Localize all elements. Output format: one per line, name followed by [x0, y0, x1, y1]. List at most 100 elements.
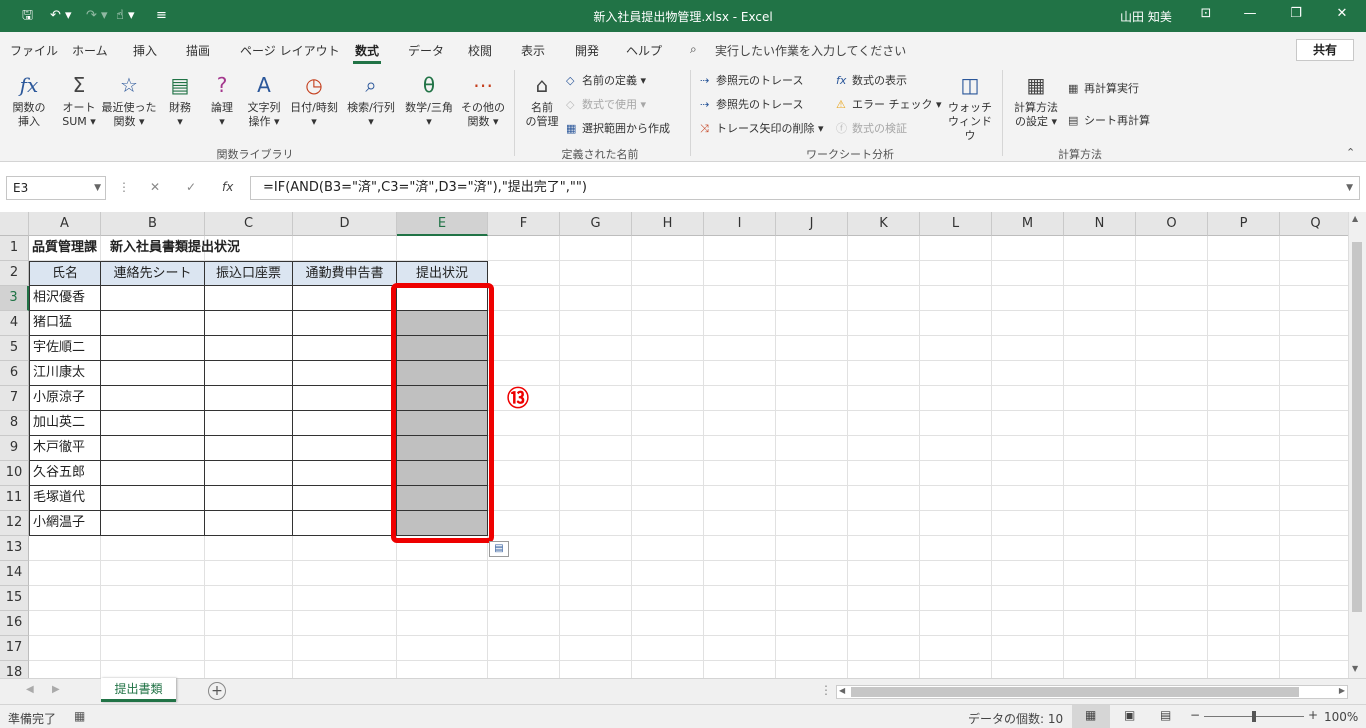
cell[interactable] [920, 386, 992, 411]
cell[interactable] [920, 461, 992, 486]
page-break-view-icon[interactable]: ▤ [1160, 708, 1171, 722]
employee-name-cell[interactable]: 相沢優香 [29, 286, 101, 311]
cell[interactable] [293, 636, 397, 661]
cell[interactable] [920, 236, 992, 261]
cell[interactable] [632, 611, 704, 636]
cell[interactable] [992, 336, 1064, 361]
zoom-slider[interactable] [1204, 711, 1304, 722]
cell[interactable] [920, 436, 992, 461]
quick-analysis-icon[interactable]: ▤ [489, 541, 509, 557]
insert-function-button[interactable]: fx 関数の 挿入 [6, 72, 52, 129]
cell[interactable] [293, 661, 397, 678]
enter-icon[interactable]: ✓ [186, 180, 196, 194]
date-time-button[interactable]: ◷ 日付/時刻 ▾ [286, 72, 342, 129]
cell[interactable] [293, 236, 397, 261]
normal-view-icon[interactable]: ▦ [1085, 708, 1096, 722]
cell[interactable] [704, 236, 776, 261]
cell[interactable] [488, 336, 560, 361]
employee-name-cell[interactable]: 猪口猛 [29, 311, 101, 336]
cell[interactable] [101, 411, 205, 436]
cell[interactable] [920, 511, 992, 536]
error-checking-button[interactable]: ⚠ エラー チェック ▾ [836, 98, 942, 112]
cell[interactable] [205, 661, 293, 678]
cell[interactable] [101, 436, 205, 461]
financial-button[interactable]: ▤ 財務 ▾ [160, 72, 200, 129]
tab-help[interactable]: ヘルプ [626, 42, 662, 59]
column-header[interactable]: M [992, 212, 1064, 236]
row-header[interactable]: 10 [0, 461, 29, 486]
cell[interactable] [488, 611, 560, 636]
tell-me-input[interactable]: 実行したい作業を入力してください [715, 42, 906, 59]
cell[interactable] [205, 586, 293, 611]
employee-name-cell[interactable]: 木戸徹平 [29, 436, 101, 461]
column-header[interactable]: N [1064, 212, 1136, 236]
add-sheet-icon[interactable]: + [208, 682, 226, 700]
minimize-icon[interactable]: — [1240, 6, 1260, 21]
scroll-thumb[interactable] [1352, 242, 1362, 612]
sheet-title-cell[interactable]: 品質管理課 新入社員書類提出状況 [29, 236, 240, 261]
cell[interactable] [1136, 386, 1208, 411]
cell[interactable] [848, 461, 920, 486]
cell[interactable] [205, 636, 293, 661]
cell[interactable] [1064, 436, 1136, 461]
row-header[interactable]: 4 [0, 311, 29, 336]
cell[interactable] [1064, 586, 1136, 611]
cell[interactable] [1136, 561, 1208, 586]
cell[interactable] [1208, 236, 1280, 261]
cell[interactable] [560, 386, 632, 411]
remove-arrows-button[interactable]: ⤨ トレース矢印の削除 ▾ [700, 122, 823, 136]
column-header[interactable]: L [920, 212, 992, 236]
cell[interactable] [205, 511, 293, 536]
cell[interactable] [1136, 311, 1208, 336]
cell[interactable] [293, 286, 397, 311]
worksheet-grid[interactable]: A B C D E F G H I J K L M N O P Q 1 品質管理課 新入社員書類提出状況 2 氏名 連絡先… [0, 212, 1366, 678]
page-layout-view-icon[interactable]: ▣ [1124, 708, 1135, 722]
trace-dependents-button[interactable]: ⇢ 参照先のトレース [700, 98, 803, 112]
tab-review[interactable]: 校閲 [468, 42, 492, 59]
cell[interactable] [632, 411, 704, 436]
cell[interactable] [992, 486, 1064, 511]
employee-name-cell[interactable]: 毛塚道代 [29, 486, 101, 511]
cell[interactable] [101, 336, 205, 361]
cell[interactable] [488, 586, 560, 611]
cell[interactable] [488, 311, 560, 336]
cell[interactable] [632, 361, 704, 386]
cell[interactable] [293, 586, 397, 611]
cell[interactable] [992, 586, 1064, 611]
cell[interactable] [1280, 386, 1352, 411]
cell[interactable] [101, 536, 205, 561]
cell[interactable] [776, 336, 848, 361]
cell[interactable] [992, 386, 1064, 411]
cell[interactable] [1136, 436, 1208, 461]
cell[interactable] [1064, 411, 1136, 436]
cell[interactable] [704, 436, 776, 461]
cell[interactable] [205, 561, 293, 586]
cell[interactable] [848, 511, 920, 536]
cell[interactable] [920, 586, 992, 611]
cell[interactable] [632, 261, 704, 286]
row-header[interactable]: 13 [0, 536, 29, 561]
cell[interactable] [29, 586, 101, 611]
cell[interactable] [1064, 661, 1136, 678]
cell[interactable] [920, 536, 992, 561]
cell[interactable] [560, 236, 632, 261]
cell[interactable] [293, 386, 397, 411]
row-header[interactable]: 12 [0, 511, 29, 536]
cell[interactable] [1208, 436, 1280, 461]
cell[interactable] [560, 561, 632, 586]
lookup-button[interactable]: ⌕ 検索/行列 ▾ [344, 72, 398, 129]
employee-name-cell[interactable]: 久谷五郎 [29, 461, 101, 486]
cell[interactable] [29, 661, 101, 678]
text-button[interactable]: A 文字列 操作 ▾ [242, 72, 286, 129]
cell[interactable] [205, 486, 293, 511]
cell[interactable] [1136, 336, 1208, 361]
cell[interactable] [488, 511, 560, 536]
employee-name-cell[interactable]: 宇佐順二 [29, 336, 101, 361]
cell[interactable] [776, 261, 848, 286]
math-trig-button[interactable]: θ 数学/三角 ▾ [400, 72, 458, 129]
cell[interactable] [205, 336, 293, 361]
cell[interactable] [704, 486, 776, 511]
cell[interactable] [704, 661, 776, 678]
cell[interactable] [848, 236, 920, 261]
cell[interactable] [101, 561, 205, 586]
